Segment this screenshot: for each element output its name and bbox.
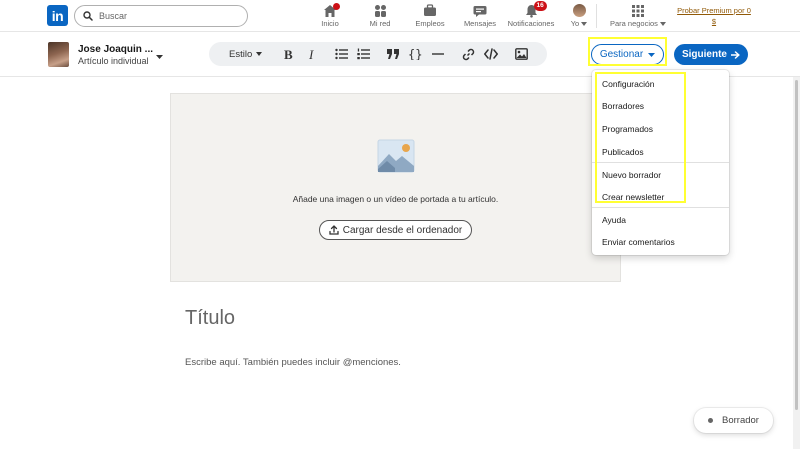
author-avatar[interactable] <box>48 42 69 67</box>
bold-icon[interactable]: B <box>281 46 297 62</box>
image-placeholder-icon <box>377 139 415 178</box>
format-toolbar: Estilo B I {} <box>209 42 547 66</box>
menu-item-new-draft[interactable]: Nuevo borrador <box>602 170 661 180</box>
menu-item-send-feedback[interactable]: Enviar comentarios <box>602 237 675 247</box>
article-body-input[interactable]: Escribe aquí. También puedes incluir @me… <box>185 357 401 368</box>
grid-icon <box>632 3 644 18</box>
next-button-label: Siguiente <box>681 49 727 60</box>
link-icon[interactable] <box>460 46 476 62</box>
menu-item-published[interactable]: Publicados <box>602 147 644 157</box>
nav-item-label: Notificaciones <box>507 19 555 28</box>
caret-down-icon <box>256 52 263 56</box>
svg-text:{}: {} <box>408 48 422 60</box>
nav-item-business-label: Para negocios <box>610 19 667 28</box>
menu-item-drafts[interactable]: Borradores <box>602 101 644 111</box>
premium-link[interactable]: Probar Premium por 0 $ <box>676 5 752 27</box>
menu-item-create-newsletter[interactable]: Crear newsletter <box>602 192 664 202</box>
cover-prompt: Añade una imagen o un vídeo de portada a… <box>292 194 499 204</box>
nav-item-label: Inicio <box>321 19 339 28</box>
upload-button-label: Cargar desde el ordenador <box>342 224 463 236</box>
status-dot-icon <box>708 418 713 423</box>
draft-status-chip[interactable]: Borrador <box>694 408 773 433</box>
menu-item-help[interactable]: Ayuda <box>602 215 626 225</box>
upload-icon <box>329 225 339 235</box>
menu-item-scheduled[interactable]: Programados <box>602 124 653 134</box>
cover-media-area[interactable]: Añade una imagen o un vídeo de portada a… <box>170 93 621 282</box>
menu-item-settings[interactable]: Configuración <box>602 79 654 89</box>
upload-from-computer-button[interactable]: Cargar desde el ordenador <box>319 220 472 240</box>
bulleted-list-icon[interactable] <box>333 46 349 62</box>
nav-item-label: Mensajes <box>463 19 497 28</box>
network-icon <box>373 3 388 18</box>
style-dropdown-label: Estilo <box>229 48 253 60</box>
embed-code-icon[interactable] <box>483 46 499 62</box>
author-type: Artículo individual <box>78 56 149 66</box>
quote-icon[interactable] <box>385 46 401 62</box>
author-name[interactable]: Jose Joaquin ... <box>78 44 153 55</box>
briefcase-icon <box>423 3 437 18</box>
arrow-right-icon <box>731 50 740 59</box>
linkedin-logo[interactable]: in <box>47 5 68 26</box>
nav-item-jobs[interactable]: Empleos <box>414 3 446 29</box>
svg-text:I: I <box>308 48 314 60</box>
draft-status-label: Borrador <box>722 415 759 426</box>
numbered-list-icon[interactable] <box>355 46 371 62</box>
next-button[interactable]: Siguiente <box>674 44 748 65</box>
avatar <box>572 3 586 18</box>
search-input[interactable] <box>99 11 239 21</box>
bell-icon: 16 <box>525 1 547 18</box>
search-bar[interactable] <box>74 5 248 27</box>
manage-button-label: Gestionar <box>599 49 644 60</box>
nav-divider <box>596 4 597 28</box>
nav-item-messaging[interactable]: Mensajes <box>463 3 497 29</box>
nav-item-label: Empleos <box>415 19 445 28</box>
caret-down-icon[interactable] <box>156 46 163 64</box>
notification-count-badge: 16 <box>533 1 547 11</box>
nav-item-label: Mi red <box>369 19 391 28</box>
menu-divider <box>592 207 729 208</box>
nav-item-home[interactable]: Inicio <box>315 3 345 29</box>
nav-item-business[interactable]: Para negocios <box>610 3 667 29</box>
notification-dot <box>333 3 340 10</box>
nav-item-network[interactable]: Mi red <box>365 3 395 29</box>
messaging-icon <box>473 3 487 18</box>
nav-item-me-label: Yo <box>571 19 588 28</box>
manage-dropdown-menu: Configuración Borradores Programados Pub… <box>592 70 729 255</box>
italic-icon[interactable]: I <box>304 46 320 62</box>
caret-down-icon <box>581 22 588 26</box>
menu-divider <box>592 162 729 163</box>
manage-button[interactable]: Gestionar <box>591 44 664 65</box>
article-title-input[interactable]: Título <box>185 307 235 330</box>
scrollbar-thumb[interactable] <box>795 80 798 410</box>
code-block-icon[interactable]: {} <box>407 46 423 62</box>
search-icon <box>83 11 93 21</box>
global-nav: in Inicio Mi red Empleos Mensajes <box>0 0 800 32</box>
caret-down-icon <box>648 52 656 57</box>
nav-item-me[interactable]: Yo <box>568 3 590 29</box>
home-icon <box>323 3 340 18</box>
svg-text:B: B <box>284 48 293 60</box>
caret-down-icon <box>660 22 667 26</box>
divider-icon[interactable] <box>430 46 446 62</box>
image-icon[interactable] <box>513 46 529 62</box>
nav-item-notifications[interactable]: 16 Notificaciones <box>505 1 557 29</box>
style-dropdown[interactable]: Estilo <box>229 48 263 60</box>
